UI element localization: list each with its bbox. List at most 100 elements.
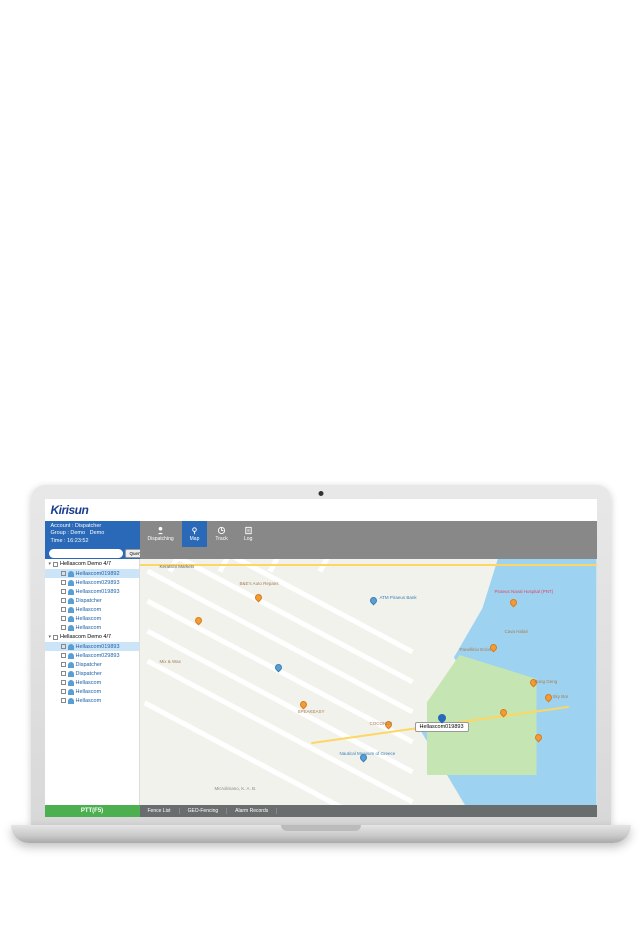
map-icon xyxy=(190,526,199,535)
map[interactable]: Keratsini Markets B&E's Auto Repairs ATM… xyxy=(140,559,597,805)
checkbox-icon[interactable] xyxy=(61,571,66,576)
tree-item-label: Dispatcher xyxy=(76,598,102,604)
laptop-bezel: Kirisun Account : Dispatcher Group : Dem… xyxy=(31,485,611,825)
map-label: Microlimano, K. A. B. xyxy=(215,786,257,791)
user-icon xyxy=(68,662,74,668)
ptt-button[interactable]: PTT(F5) xyxy=(45,805,140,817)
checkbox-icon[interactable] xyxy=(61,589,66,594)
main-content: Hellascom Demo 4/7 Hellascom019892 Hellasc… xyxy=(45,559,597,805)
app-header: Kirisun xyxy=(45,499,597,521)
tree-item[interactable]: Hellascom xyxy=(45,605,139,614)
nav-tabs: Dispatching Map Track Log xyxy=(140,521,597,547)
tree-item-label: Hellascom019892 xyxy=(76,571,120,577)
map-label: Panellinio Eclos xyxy=(460,647,492,652)
checkbox-icon[interactable] xyxy=(61,598,66,603)
tree-item[interactable]: Hellascom xyxy=(45,687,139,696)
map-label: Sky Bar xyxy=(553,694,569,699)
tree-item[interactable]: Dispatcher xyxy=(45,596,139,605)
tab-dispatching[interactable]: Dispatching xyxy=(140,521,182,547)
camera-icon xyxy=(318,491,323,496)
user-icon xyxy=(68,689,74,695)
tree-item-label: Hellascom xyxy=(76,607,102,613)
tree-item-label: Hellascom xyxy=(76,680,102,686)
tree-item[interactable]: Hellascom019893 xyxy=(45,587,139,596)
tree-item[interactable]: Hellascom029893 xyxy=(45,651,139,660)
group-label: Group : xyxy=(51,530,69,536)
fence-list-link[interactable]: Fence List xyxy=(140,808,180,814)
tree-item[interactable]: Hellascom xyxy=(45,696,139,705)
tab-map[interactable]: Map xyxy=(182,521,208,547)
search-bar: Query xyxy=(45,547,140,559)
brand-logo: Kirisun xyxy=(51,503,89,517)
tree-item-label: Hellascom xyxy=(76,698,102,704)
tree-item-label: Hellascom xyxy=(76,689,102,695)
map-label: SPEAKEASY xyxy=(298,709,325,714)
user-icon xyxy=(68,607,74,613)
map-label: Keratsini Markets xyxy=(160,564,195,569)
tab-track[interactable]: Track xyxy=(207,521,235,547)
checkbox-icon[interactable] xyxy=(61,662,66,667)
tree-group[interactable]: Hellascom Demo 4/7 xyxy=(45,632,139,642)
tree-item-label: Hellascom029893 xyxy=(76,580,120,586)
user-icon xyxy=(68,580,74,586)
checkbox-icon[interactable] xyxy=(61,671,66,676)
user-icon xyxy=(68,653,74,659)
user-icon xyxy=(68,644,74,650)
dispatching-icon xyxy=(156,526,165,535)
checkbox-icon[interactable] xyxy=(61,689,66,694)
screen: Kirisun Account : Dispatcher Group : Dem… xyxy=(45,499,597,817)
checkbox-icon[interactable] xyxy=(61,607,66,612)
marker-label: Hellascom019893 xyxy=(420,724,464,730)
tab-dispatching-label: Dispatching xyxy=(148,536,174,542)
info-bar: Account : Dispatcher Group : Demo Demo T… xyxy=(45,521,597,547)
checkbox-icon[interactable] xyxy=(61,644,66,649)
checkbox-icon[interactable] xyxy=(53,635,58,640)
tree-group-label: Hellascom Demo 4/7 xyxy=(60,634,111,640)
tree-item[interactable]: Dispatcher xyxy=(45,660,139,669)
tab-map-label: Map xyxy=(190,536,200,542)
checkbox-icon[interactable] xyxy=(61,625,66,630)
map-roads xyxy=(140,559,597,805)
tree-item[interactable]: Hellascom019892 xyxy=(45,569,139,578)
user-icon xyxy=(68,680,74,686)
checkbox-icon[interactable] xyxy=(53,562,58,567)
checkbox-icon[interactable] xyxy=(61,616,66,621)
search-input[interactable] xyxy=(49,549,123,558)
account-label: Account : xyxy=(51,523,74,529)
account-info: Account : Dispatcher Group : Demo Demo T… xyxy=(45,522,140,545)
tree-item[interactable]: Hellascom xyxy=(45,614,139,623)
device-tree[interactable]: Hellascom Demo 4/7 Hellascom019892 Hellasc… xyxy=(45,559,140,805)
dispatch-app: Kirisun Account : Dispatcher Group : Dem… xyxy=(45,499,597,817)
checkbox-icon[interactable] xyxy=(61,698,66,703)
account-value: Dispatcher xyxy=(75,523,101,529)
tree-item[interactable]: Hellascom xyxy=(45,678,139,687)
tree-item-label: Dispatcher xyxy=(76,662,102,668)
tree-item[interactable]: Hellascom xyxy=(45,623,139,632)
user-icon xyxy=(68,616,74,622)
laptop-base xyxy=(11,825,631,843)
tab-track-label: Track xyxy=(215,536,227,542)
tree-item-label: Hellascom019893 xyxy=(76,589,120,595)
laptop-mockup: Kirisun Account : Dispatcher Group : Dem… xyxy=(31,485,611,865)
footer-bar: PTT(F5) Fence List GEO-Fencing Alarm Rec… xyxy=(45,805,597,817)
user-icon xyxy=(68,625,74,631)
marker-callout[interactable]: Hellascom019893 xyxy=(415,722,469,732)
tree-item-label: Hellascom xyxy=(76,625,102,631)
tree-item[interactable]: Hellascom019893 xyxy=(45,642,139,651)
group-value2: Demo xyxy=(90,530,105,536)
search-row: Query xyxy=(45,547,597,559)
user-icon xyxy=(68,598,74,604)
tree-group[interactable]: Hellascom Demo 4/7 xyxy=(45,559,139,569)
tree-item-label: Hellascom019893 xyxy=(76,644,120,650)
map-label: Mix & Wax xyxy=(160,659,181,664)
checkbox-icon[interactable] xyxy=(61,580,66,585)
geo-fencing-link[interactable]: GEO-Fencing xyxy=(180,808,228,814)
checkbox-icon[interactable] xyxy=(61,680,66,685)
alarm-records-link[interactable]: Alarm Records xyxy=(227,808,277,814)
tree-item[interactable]: Dispatcher xyxy=(45,669,139,678)
tree-item[interactable]: Hellascom029893 xyxy=(45,578,139,587)
group-value1: Demo xyxy=(70,530,85,536)
tab-log[interactable]: Log xyxy=(236,521,261,547)
tree-group-label: Hellascom Demo 4/7 xyxy=(60,561,111,567)
checkbox-icon[interactable] xyxy=(61,653,66,658)
